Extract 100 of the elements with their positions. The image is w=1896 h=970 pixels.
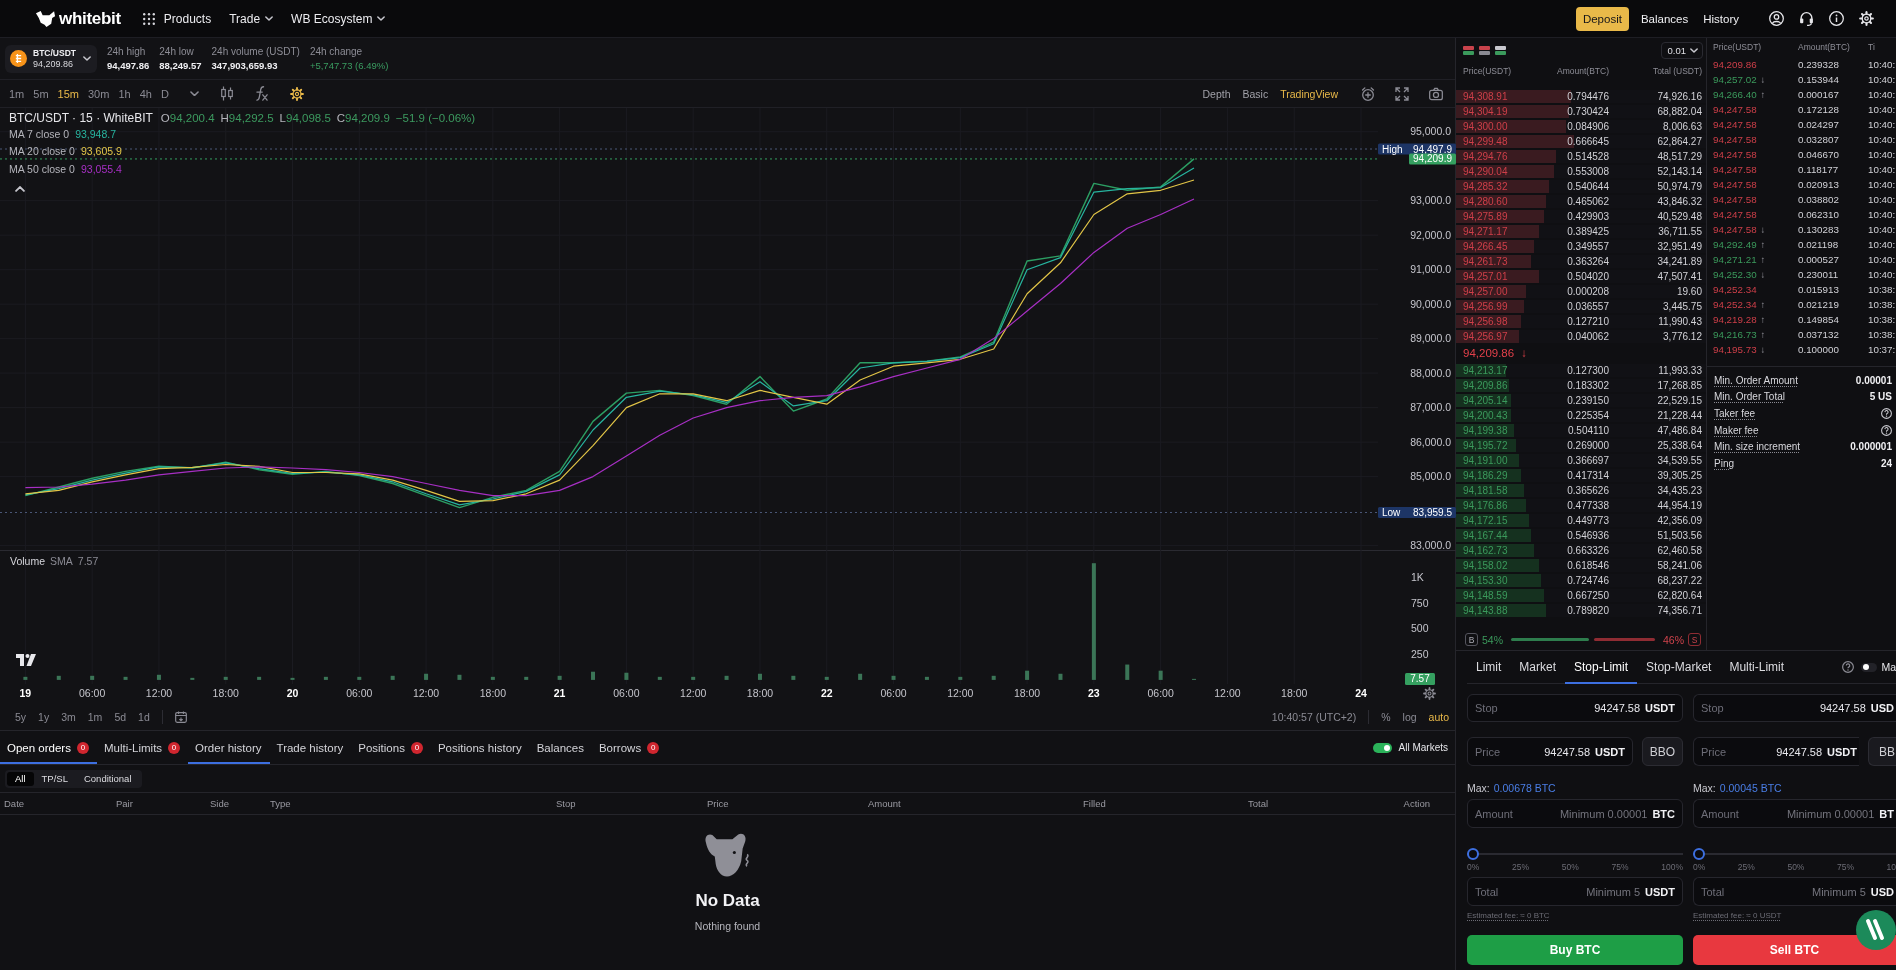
indicator-label[interactable]: Volume xyxy=(10,555,46,567)
bid-bars-icon[interactable] xyxy=(1495,46,1506,56)
orders-tab[interactable]: Open orders 0 xyxy=(0,731,97,764)
bid-price[interactable]: 94,191.00 xyxy=(1463,454,1529,466)
amount-slider[interactable] xyxy=(1693,848,1896,860)
camera-icon[interactable] xyxy=(1429,86,1443,101)
help-icon[interactable] xyxy=(1881,424,1892,436)
interval-button[interactable]: 4h xyxy=(139,87,152,100)
candles-icon[interactable] xyxy=(219,86,234,101)
deposit-button[interactable]: Deposit xyxy=(1575,6,1629,31)
sell-button[interactable]: Sell BTC xyxy=(1693,935,1896,965)
order-type-tab[interactable]: Stop-Limit xyxy=(1565,650,1638,684)
interval-button[interactable]: 1h xyxy=(118,87,131,100)
ask-price[interactable]: 94,280.60 xyxy=(1463,195,1529,207)
headset-icon[interactable] xyxy=(1799,11,1814,26)
filter-chip[interactable]: Conditional xyxy=(75,771,140,786)
limit-price-field[interactable]: Price 94247.58 USDT xyxy=(1467,737,1633,766)
ask-bars-icon[interactable] xyxy=(1479,46,1490,56)
filter-chip[interactable]: All xyxy=(7,771,34,786)
scale-button[interactable]: % xyxy=(1381,711,1391,723)
ask-price[interactable]: 94,300.00 xyxy=(1463,120,1529,132)
bid-price[interactable]: 94,148.59 xyxy=(1463,590,1529,602)
ask-price[interactable]: 94,256.97 xyxy=(1463,331,1529,342)
ask-price[interactable]: 94,290.04 xyxy=(1463,165,1529,177)
ask-bid-bars-icon[interactable] xyxy=(1463,46,1474,56)
order-type-tab[interactable]: Multi-Limit xyxy=(1720,650,1794,684)
ask-price[interactable]: 94,285.32 xyxy=(1463,180,1529,192)
buy-button[interactable]: Buy BTC xyxy=(1467,935,1683,965)
indicator-label[interactable]: MA 7 close 0 xyxy=(9,127,70,140)
menu-item[interactable]: Products xyxy=(142,6,212,31)
order-type-tab[interactable]: Limit xyxy=(1467,650,1511,684)
ask-price[interactable]: 94,304.19 xyxy=(1463,105,1529,117)
bid-price[interactable]: 94,176.86 xyxy=(1463,500,1529,511)
max-value[interactable]: 0.00678 BTC xyxy=(1493,782,1556,794)
bid-price[interactable]: 94,153.30 xyxy=(1463,575,1529,587)
orders-tab[interactable]: Order history xyxy=(188,731,270,764)
order-type-tab[interactable]: Stop-Market xyxy=(1637,650,1721,684)
formula-icon[interactable] xyxy=(254,86,269,101)
bid-price[interactable]: 94,199.38 xyxy=(1463,424,1529,436)
amount-field[interactable]: Amount Minimum 0.00001 BT xyxy=(1693,799,1896,828)
orders-tab[interactable]: Balances xyxy=(529,731,592,764)
help-icon[interactable] xyxy=(1881,408,1892,419)
nav-link[interactable]: Balances xyxy=(1640,12,1689,25)
bbo-button[interactable]: BB xyxy=(1868,737,1896,766)
range-button[interactable]: 1m xyxy=(87,711,103,723)
chart-view-tab[interactable]: TradingView xyxy=(1280,87,1338,100)
indicator-label[interactable]: MA 20 close 0 xyxy=(9,145,75,158)
bid-price[interactable]: 94,213.17 xyxy=(1463,364,1529,376)
ask-price[interactable]: 94,299.48 xyxy=(1463,135,1529,147)
scale-button[interactable]: log xyxy=(1402,711,1417,723)
slider-thumb[interactable] xyxy=(1467,848,1479,860)
ask-price[interactable]: 94,257.00 xyxy=(1463,285,1529,297)
max-value[interactable]: 0.00045 BTC xyxy=(1719,782,1782,794)
order-type-tab[interactable]: Market xyxy=(1510,650,1566,684)
calendar-icon[interactable] xyxy=(174,711,187,723)
bid-price[interactable]: 94,143.88 xyxy=(1463,605,1529,617)
orders-tab[interactable]: Positions 0 xyxy=(351,731,431,764)
stop-price-field[interactable]: Stop 94247.58 USDT xyxy=(1467,694,1683,722)
filter-chip[interactable]: TP/SL xyxy=(33,771,76,786)
fullscreen-icon[interactable] xyxy=(1395,86,1409,101)
ask-price[interactable]: 94,261.73 xyxy=(1463,255,1529,267)
bid-price[interactable]: 94,158.02 xyxy=(1463,560,1529,572)
ask-price[interactable]: 94,266.45 xyxy=(1463,240,1529,252)
chevron-up-icon[interactable] xyxy=(15,185,25,192)
logo-wordmark[interactable]: whitebit xyxy=(59,8,121,29)
ask-price[interactable]: 94,294.76 xyxy=(1463,150,1529,162)
interval-button[interactable]: 1m xyxy=(9,87,25,100)
range-button[interactable]: 3m xyxy=(61,711,76,723)
total-field[interactable]: Total Minimum 5 USD xyxy=(1693,877,1896,906)
slider-thumb[interactable] xyxy=(1693,848,1705,860)
range-button[interactable]: 5y xyxy=(15,711,27,723)
scale-button[interactable]: auto xyxy=(1428,711,1449,723)
total-field[interactable]: Total Minimum 5 USDT xyxy=(1467,877,1683,906)
range-button[interactable]: 1y xyxy=(38,711,50,723)
orders-tab[interactable]: Borrows 0 xyxy=(591,731,668,764)
logo-icon[interactable] xyxy=(35,9,56,28)
bid-price[interactable]: 94,162.73 xyxy=(1463,545,1529,557)
settings-icon[interactable] xyxy=(289,86,304,101)
bid-price[interactable]: 94,195.72 xyxy=(1463,439,1529,451)
range-button[interactable]: 5d xyxy=(114,711,127,723)
ask-price[interactable]: 94,257.01 xyxy=(1463,270,1529,282)
chevron-down-icon[interactable] xyxy=(189,90,199,97)
ask-price[interactable]: 94,256.99 xyxy=(1463,300,1529,312)
menu-item[interactable]: WB Ecosystem xyxy=(291,6,386,31)
support-chat-icon[interactable] xyxy=(1856,910,1896,950)
mode-toggle[interactable] xyxy=(1861,662,1878,672)
ask-price[interactable]: 94,271.17 xyxy=(1463,225,1529,237)
info-icon[interactable] xyxy=(1829,11,1844,26)
chart-view-tab[interactable]: Depth xyxy=(1202,87,1231,100)
pair-selector[interactable]: BTC/USDT 94,209.86 xyxy=(5,44,97,73)
user-icon[interactable] xyxy=(1769,11,1784,26)
orders-tab[interactable]: Positions history xyxy=(430,731,530,764)
ask-price[interactable]: 94,308.91 xyxy=(1463,90,1529,102)
bid-price[interactable]: 94,181.58 xyxy=(1463,485,1529,496)
bid-price[interactable]: 94,167.44 xyxy=(1463,530,1529,542)
orders-tab[interactable]: Trade history xyxy=(269,731,352,764)
bbo-button[interactable]: BBO xyxy=(1642,737,1683,766)
ask-price[interactable]: 94,275.89 xyxy=(1463,210,1529,222)
limit-price-field[interactable]: Price 94247.58 USDT xyxy=(1693,737,1859,766)
menu-item[interactable]: Trade xyxy=(229,6,274,31)
